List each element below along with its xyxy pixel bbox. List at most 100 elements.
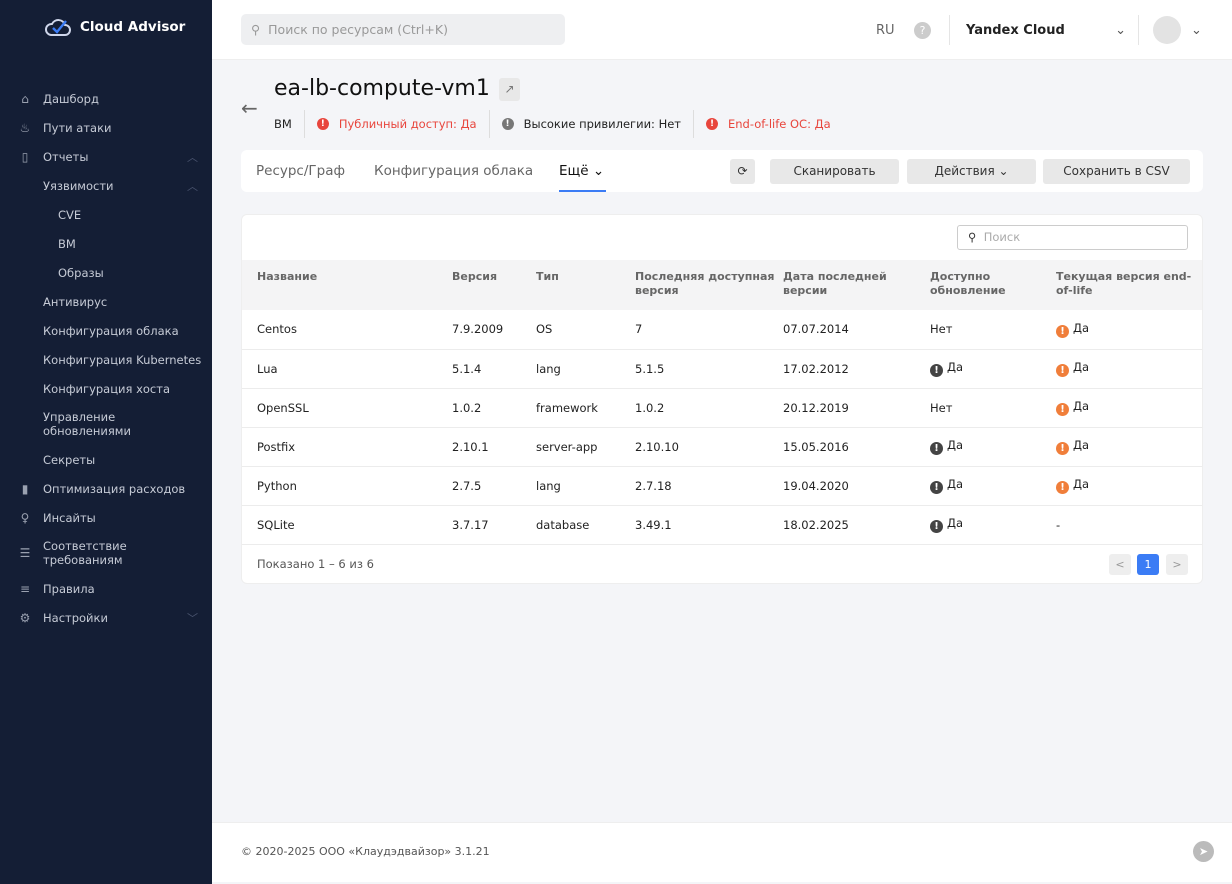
gear-icon: ⚙ <box>19 610 31 625</box>
table-cell: 1.0.2 <box>452 388 536 428</box>
cloud-check-icon <box>45 19 71 36</box>
table-cell: 19.04.2020 <box>783 466 930 506</box>
table-cell: 15.05.2016 <box>783 427 930 467</box>
table-cell: 2.10.10 <box>635 427 783 467</box>
chevron-up-icon: ︿ <box>187 150 198 164</box>
pagination-summary: Показано 1 – 6 из 6 <box>257 557 374 571</box>
actions-button[interactable]: Действия ⌄ <box>907 159 1036 184</box>
sidebar-item[interactable]: ≡ Правила <box>0 574 212 603</box>
user-menu[interactable]: ⌄ <box>1153 0 1202 60</box>
column-header: Версия <box>452 260 536 310</box>
tab-cloud-config[interactable]: Конфигурация облака <box>374 150 533 192</box>
warning-icon: ! <box>1056 481 1069 494</box>
external-link-icon[interactable]: ↗ <box>499 78 520 101</box>
table-cell: ! Да <box>930 505 1056 545</box>
home-icon: ⌂ <box>21 91 29 106</box>
refresh-button[interactable]: ⟳ <box>730 159 755 184</box>
chevron-down-icon: ﹀ <box>187 611 198 625</box>
table-cell: Centos <box>242 310 452 350</box>
alert-icon: ! <box>706 118 718 130</box>
table-cell: Нет <box>930 310 1056 350</box>
table-row[interactable]: OpenSSL 1.0.2 framework 1.0.2 20.12.2019 Нет!… <box>242 388 1202 428</box>
next-page-button[interactable]: > <box>1166 554 1188 575</box>
table-cell: ! Да <box>1056 310 1202 350</box>
sidebar-item[interactable]: ▮ Оптимизация расходов <box>0 474 212 503</box>
table-cell: database <box>536 505 635 545</box>
warning-icon: ! <box>930 442 943 455</box>
prev-page-button[interactable]: < <box>1109 554 1131 575</box>
table-row[interactable]: Postfix 2.10.1 server-app 2.10.10 15.05.2016… <box>242 427 1202 467</box>
tab-more[interactable]: Ещё ⌄ <box>559 150 606 192</box>
software-table-card: ⚲ Поиск Название Версия Тип Последняя досту… <box>241 214 1203 584</box>
cloud-selector[interactable]: Yandex Cloud ⌄ <box>949 15 1139 45</box>
table-cell: 17.02.2012 <box>783 349 930 389</box>
sidebar-item[interactable]: ♀ Инсайты <box>0 503 212 532</box>
table-cell: ! Да <box>1056 349 1202 389</box>
footer: © 2020-2025 ООО «Клаудэдвайзор» 3.1.21 ➤ <box>212 822 1232 882</box>
column-header: Тип <box>536 260 635 310</box>
warning-icon: ! <box>1056 403 1069 416</box>
table-search-input[interactable]: ⚲ Поиск <box>957 225 1188 250</box>
sidebar-item[interactable]: ⌂ Дашборд <box>0 84 212 113</box>
sidebar-item[interactable]: Секреты <box>0 445 212 474</box>
sidebar-item[interactable]: Образы <box>0 258 212 287</box>
page-1-button[interactable]: 1 <box>1137 554 1159 575</box>
table-cell: 07.07.2014 <box>783 310 930 350</box>
table-cell: Lua <box>242 349 452 389</box>
table-cell: 2.7.5 <box>452 466 536 506</box>
sidebar-item[interactable]: Антивирус <box>0 287 212 316</box>
back-arrow-icon[interactable]: ← <box>241 96 258 120</box>
sidebar-item[interactable]: ▯ Отчеты ︿ <box>0 142 212 171</box>
sidebar-item[interactable]: ⚙ Настройки ﹀ <box>0 603 212 632</box>
table-cell: - <box>1056 505 1202 545</box>
scan-button[interactable]: Сканировать <box>770 159 899 184</box>
table-cell: OS <box>536 310 635 350</box>
sidebar-item[interactable]: Конфигурация хоста <box>0 374 212 403</box>
language-switch[interactable]: RU <box>876 0 895 60</box>
sidebar-item[interactable]: ВМ <box>0 229 212 258</box>
refresh-icon: ⟳ <box>737 164 748 178</box>
warning-icon: ! <box>930 481 943 494</box>
sidebar-item[interactable]: Конфигурация облака <box>0 316 212 345</box>
help-icon[interactable]: ? <box>914 21 931 39</box>
table-cell: ! Да <box>1056 388 1202 428</box>
search-icon: ⚲ <box>968 230 977 244</box>
resource-meta: ВМ ! Публичный доступ: Да ! Высокие привил… <box>274 110 831 138</box>
table-cell: OpenSSL <box>242 388 452 428</box>
search-icon: ⚲ <box>251 22 261 37</box>
sidebar-item[interactable]: ☰ Соответствие требованиям <box>0 532 212 574</box>
sidebar-item[interactable]: ♨ Пути атаки <box>0 113 212 142</box>
sidebar: Cloud Advisor ⌂ Дашборд ♨ Пути атаки ▯ Отчеты… <box>0 0 212 884</box>
chevron-down-icon: ⌄ <box>1191 22 1202 38</box>
table-row[interactable]: Lua 5.1.4 lang 5.1.5 17.02.2012! Да! Да <box>242 349 1202 389</box>
table-cell: lang <box>536 466 635 506</box>
table-cell: Python <box>242 466 452 506</box>
table-cell: server-app <box>536 427 635 467</box>
table-row[interactable]: Centos 7.9.2009 OS 7 07.07.2014 Нет! Да <box>242 310 1202 350</box>
table-row[interactable]: SQLite 3.7.17 database 3.49.1 18.02.2025! Да - <box>242 505 1202 545</box>
bulb-icon: ♀ <box>20 510 30 525</box>
chevron-down-icon: ⌄ <box>998 164 1009 178</box>
column-header: Последняя доступная версия <box>635 260 783 310</box>
software-table: Название Версия Тип Последняя доступная вер… <box>242 260 1202 545</box>
table-row[interactable]: Python 2.7.5 lang 2.7.18 19.04.2020! Да! Да <box>242 466 1202 506</box>
chart-icon: ▮ <box>21 481 29 496</box>
table-cell: ! Да <box>930 466 1056 506</box>
tab-resource-graph[interactable]: Ресурс/Граф <box>256 150 345 192</box>
logo[interactable]: Cloud Advisor <box>44 17 185 37</box>
column-header: Название <box>242 260 452 310</box>
table-cell: 5.1.4 <box>452 349 536 389</box>
sidebar-item[interactable]: Управление обновлениями <box>0 403 212 445</box>
sidebar-item[interactable]: CVE <box>0 200 212 229</box>
chevron-down-icon: ⌄ <box>1115 22 1126 38</box>
sidebar-item[interactable]: Конфигурация Kubernetes <box>0 345 212 374</box>
warning-icon: ! <box>1056 364 1069 377</box>
telegram-icon[interactable]: ➤ <box>1193 841 1214 862</box>
global-search-input[interactable]: ⚲ Поиск по ресурсам (Ctrl+K) <box>241 14 565 45</box>
topbar: ⚲ Поиск по ресурсам (Ctrl+K) RU ? Yandex … <box>212 0 1232 60</box>
save-csv-button[interactable]: Сохранить в CSV <box>1043 159 1190 184</box>
table-cell: ! Да <box>1056 466 1202 506</box>
table-cell: ! Да <box>1056 427 1202 467</box>
table-cell: 5.1.5 <box>635 349 783 389</box>
sidebar-item[interactable]: Уязвимости ︿ <box>0 171 212 200</box>
